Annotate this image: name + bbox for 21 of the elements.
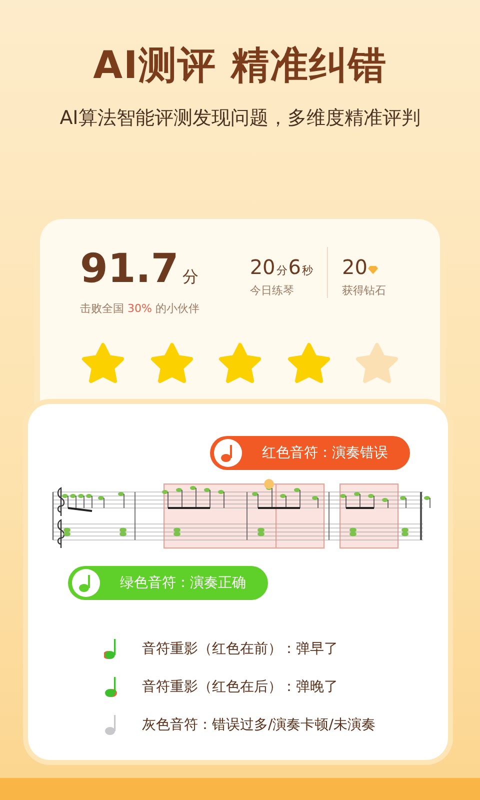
note-label: 红色音符：演奏错误 bbox=[210, 436, 410, 470]
rank-text: 击败全国 30% 的小伙伴 bbox=[80, 301, 200, 316]
stat-value: 20 分 6秒 bbox=[250, 255, 313, 279]
note-icon bbox=[72, 569, 100, 597]
legend-text: 灰色音符：错误过多/演奏卡顿/未演奏 bbox=[142, 716, 376, 734]
stat-value: 20 bbox=[342, 255, 378, 279]
note-label: 绿色音符：演奏正确 bbox=[68, 566, 268, 600]
score-text: 91.7 分 bbox=[80, 247, 200, 294]
subtitle: AI算法智能评测发现问题，多维度精准评判 bbox=[60, 106, 420, 131]
diamond-icon bbox=[368, 266, 378, 274]
stat-label: 今日练琴 bbox=[250, 283, 294, 298]
star-icon bbox=[354, 342, 400, 386]
note-icon bbox=[214, 439, 242, 467]
star-icon bbox=[80, 342, 126, 386]
headline: AI测评 精准纠错 bbox=[93, 42, 387, 89]
legend-text: 音符重影（红色在前）：弹早了 bbox=[142, 640, 338, 658]
star-icon bbox=[286, 342, 332, 386]
legend-text: 音符重影（红色在后）：弹晚了 bbox=[142, 678, 338, 696]
stat-label: 获得钻石 bbox=[342, 283, 386, 298]
star-icon bbox=[217, 342, 263, 386]
star-icon bbox=[148, 342, 194, 386]
